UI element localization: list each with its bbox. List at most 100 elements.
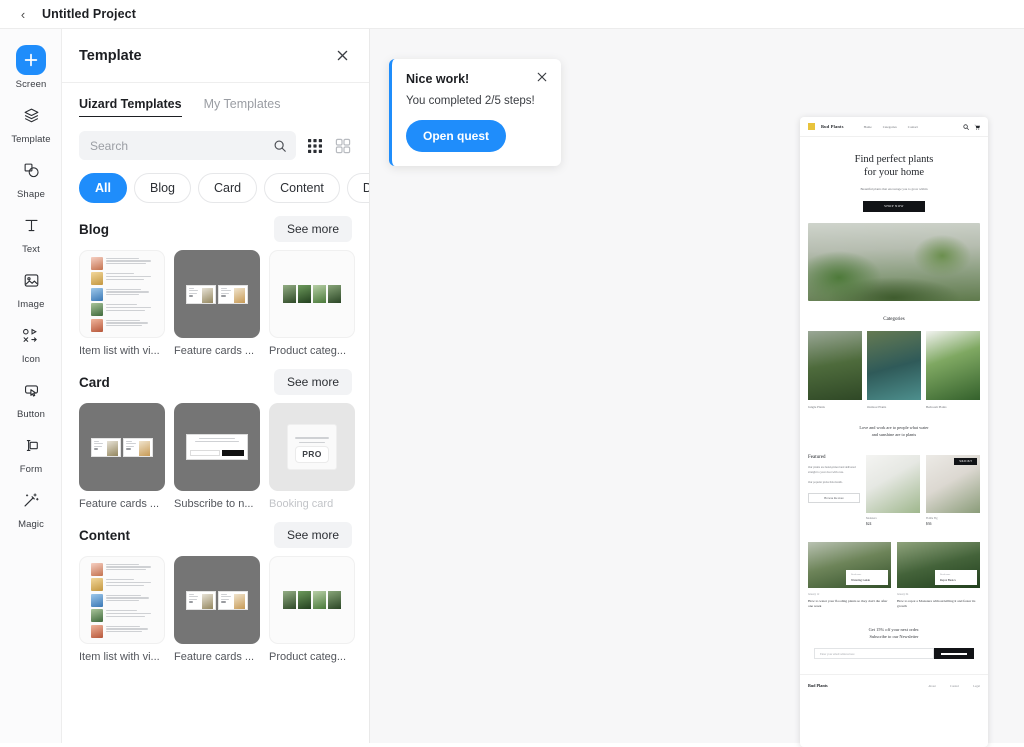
template-thumbnail <box>79 556 165 644</box>
blog-post[interactable]: Read more Watering Guide January 12 How … <box>808 541 891 610</box>
shapes-icon <box>16 155 46 185</box>
featured-product[interactable]: SOLD OUT Fiddle Fig $36 <box>926 454 980 526</box>
search-box[interactable] <box>79 131 296 160</box>
footer-link-about[interactable]: About <box>928 684 936 688</box>
back-button[interactable]: ‹ <box>14 5 32 23</box>
section-title-content: Content <box>79 527 130 543</box>
product-tag: SOLD OUT <box>954 457 977 465</box>
category-item[interactable]: Bedroom Plants <box>926 330 980 409</box>
blog-section: Read more Watering Guide January 12 How … <box>800 541 988 610</box>
blog-post-date: January 04 <box>897 592 909 596</box>
template-card-name: Booking card <box>269 498 334 510</box>
newsletter-subscribe-button[interactable] <box>934 648 974 660</box>
rail-item-image[interactable]: Image <box>0 265 62 318</box>
category-label: Bedroom Plants <box>926 404 947 409</box>
hero-subtext: Beautiful plants that encourage you to g… <box>860 186 928 191</box>
template-tabs: Uizard Templates My Templates <box>62 83 369 117</box>
search-icon[interactable] <box>963 123 969 130</box>
template-card-locked[interactable]: PRO Booking card <box>269 403 355 510</box>
search-row <box>62 117 369 160</box>
close-icon[interactable] <box>537 72 547 82</box>
template-card[interactable]: Item list with vi... <box>79 556 165 663</box>
template-card-name: Feature cards ... <box>174 345 255 357</box>
grid-3x3-view-toggle[interactable] <box>305 136 324 155</box>
featured-paragraph-2: Our popular picks this month. <box>808 479 843 484</box>
app-body: Screen Template Shape Text Image Icon Bu… <box>0 29 1024 747</box>
footer-brand: Bud Plants <box>808 683 828 689</box>
hero-headline-line1: Find perfect plants <box>854 154 934 165</box>
template-card[interactable]: Product categ... <box>269 250 355 357</box>
chip-blog[interactable]: Blog <box>133 173 192 203</box>
template-card[interactable]: Subscribe to n... <box>174 403 260 510</box>
rail-item-screen[interactable]: Screen <box>0 45 62 98</box>
rail-item-form[interactable]: Form <box>0 430 62 483</box>
footer-link-contact[interactable]: Contact <box>950 684 959 688</box>
product-name: Monstera <box>866 516 877 520</box>
footer-link-legal[interactable]: Legal <box>973 684 980 688</box>
category-image <box>867 330 921 400</box>
rail-item-button[interactable]: Button <box>0 375 62 428</box>
template-list-scroll[interactable]: Blog See more Item list with vi... Featu… <box>62 204 369 743</box>
hero-cta-button[interactable]: SHOP NOW <box>863 200 925 212</box>
template-card[interactable]: Feature cards ... <box>174 250 260 357</box>
tab-uizard-templates[interactable]: Uizard Templates <box>79 97 182 117</box>
template-thumbnail <box>174 403 260 491</box>
template-card[interactable]: Feature cards ... <box>79 403 165 510</box>
template-card[interactable]: Product categ... <box>269 556 355 663</box>
quest-toast-message: You completed 2/5 steps! <box>406 95 535 107</box>
product-price: $24 <box>866 521 872 526</box>
chip-dialog[interactable]: Dialog <box>346 173 369 203</box>
template-thumbnail: PRO <box>269 403 355 491</box>
artboard-nav-icons <box>963 123 980 130</box>
nav-link-contact[interactable]: Contact <box>908 125 918 129</box>
template-card[interactable]: Item list with vi... <box>79 250 165 357</box>
rail-item-magic[interactable]: Magic <box>0 485 62 538</box>
category-label: Outdoor Plants <box>867 404 887 409</box>
close-icon[interactable] <box>331 45 353 67</box>
tab-my-templates[interactable]: My Templates <box>204 97 281 117</box>
rail-label-template: Template <box>11 134 51 145</box>
panel-title: Template <box>79 47 142 64</box>
section-header-card: Card See more <box>62 357 369 403</box>
search-icon[interactable] <box>273 139 287 153</box>
rail-label-form: Form <box>19 464 43 475</box>
search-input[interactable] <box>90 138 267 153</box>
rail-item-template[interactable]: Template <box>0 100 62 153</box>
category-item[interactable]: Outdoor Plants <box>867 330 921 409</box>
form-icon <box>16 430 46 460</box>
template-card-name: Feature cards ... <box>174 651 255 663</box>
nav-link-home[interactable]: Home <box>864 125 872 129</box>
template-card-name: Feature cards ... <box>79 498 160 510</box>
project-title: Untitled Project <box>42 7 136 21</box>
hero-headline-line2: for your home <box>863 167 925 179</box>
canvas-area[interactable]: Nice work! You completed 2/5 steps! Open… <box>370 29 1024 747</box>
blog-post[interactable]: Read more Repot Basics January 04 How to… <box>897 541 980 610</box>
chip-content[interactable]: Content <box>264 173 340 203</box>
artboard-phone-preview[interactable]: Bud Plants Home Categories Contact Find … <box>800 117 988 747</box>
featured-browse-button[interactable]: Browse the store <box>808 492 860 503</box>
grid-2x2-view-toggle[interactable] <box>333 136 352 155</box>
template-row-blog: Item list with vi... Feature cards ... P… <box>62 250 369 357</box>
rail-label-shape: Shape <box>17 189 45 200</box>
rail-item-icon[interactable]: Icon <box>0 320 62 373</box>
rail-item-shape[interactable]: Shape <box>0 155 62 208</box>
cart-icon[interactable] <box>974 124 980 130</box>
featured-paragraph-1: Our plants are hand-picked and delivered… <box>808 464 856 474</box>
category-item[interactable]: Jungle Plants <box>808 330 862 409</box>
quest-toast: Nice work! You completed 2/5 steps! Open… <box>389 59 561 166</box>
newsletter-email-input[interactable]: Enter your email address here <box>814 648 934 660</box>
section-header-content: Content See more <box>62 510 369 556</box>
see-more-blog[interactable]: See more <box>273 216 352 242</box>
chip-card[interactable]: Card <box>198 173 258 203</box>
rail-item-text[interactable]: Text <box>0 210 62 263</box>
see-more-content[interactable]: See more <box>273 522 352 548</box>
quote-line2: and sunshine are to plants <box>871 431 917 437</box>
nav-link-categories[interactable]: Categories <box>883 125 897 129</box>
chip-all[interactable]: All <box>79 173 127 203</box>
rail-label-icon: Icon <box>21 354 41 365</box>
see-more-card[interactable]: See more <box>273 369 352 395</box>
template-card[interactable]: Feature cards ... <box>174 556 260 663</box>
open-quest-button[interactable]: Open quest <box>406 120 507 152</box>
image-icon <box>16 265 46 295</box>
featured-product[interactable]: Monstera $24 <box>866 454 920 526</box>
